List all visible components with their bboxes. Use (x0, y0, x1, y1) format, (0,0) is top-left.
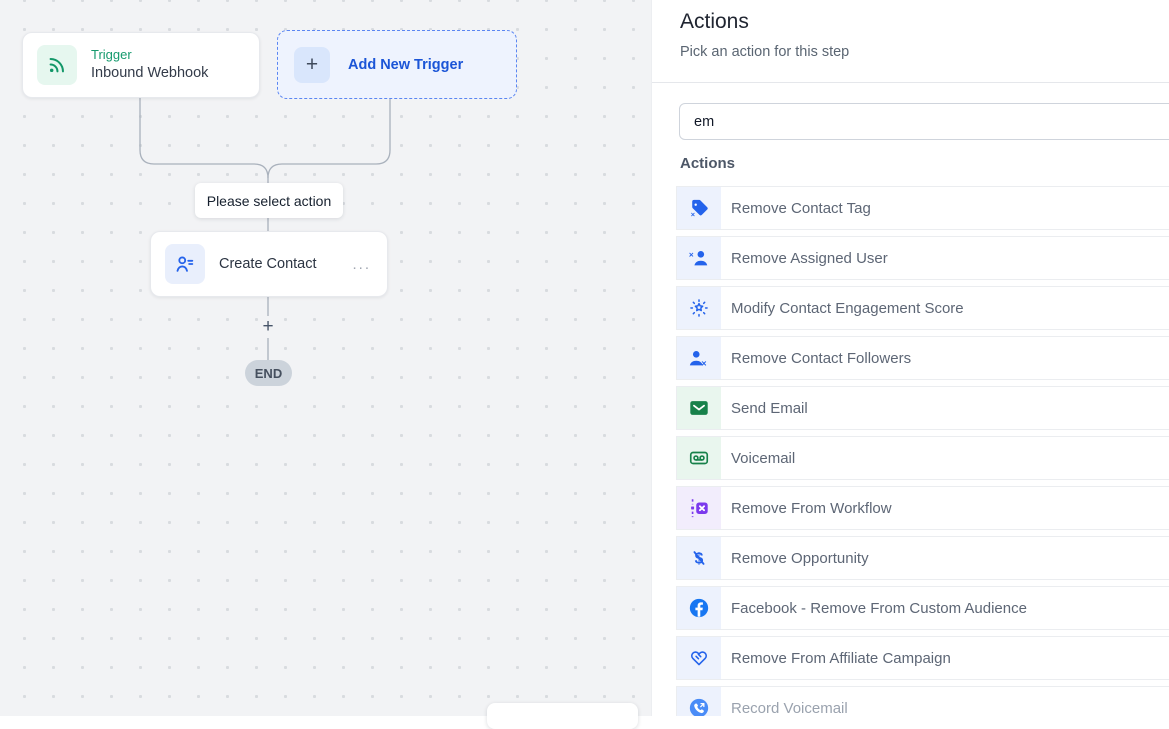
panel-title: Actions (680, 10, 749, 34)
action-list-item[interactable]: × Remove Assigned User (676, 236, 1169, 280)
action-list-item[interactable]: Voicemail (676, 436, 1169, 480)
actions-panel: Actions Pick an action for this step Act… (651, 0, 1169, 716)
action-item-label: Record Voicemail (731, 700, 848, 717)
action-item-label: Modify Contact Engagement Score (731, 300, 964, 317)
node-menu-icon[interactable]: ... (352, 256, 371, 273)
workflow-remove-icon (677, 487, 721, 529)
tag-remove-icon: × (677, 187, 721, 229)
end-badge: END (245, 360, 292, 386)
action-list-item[interactable]: Record Voicemail (676, 686, 1169, 716)
panel-subtitle: Pick an action for this step (680, 44, 849, 60)
trigger-node[interactable]: Trigger Inbound Webhook (22, 32, 260, 98)
action-item-label: Remove Contact Followers (731, 350, 911, 367)
panel-divider (652, 82, 1169, 83)
followers-remove-icon: × (677, 337, 721, 379)
svg-text:×: × (691, 210, 695, 219)
create-contact-label: Create Contact (219, 256, 352, 272)
action-list-item[interactable]: Facebook - Remove From Custom Audience (676, 586, 1169, 630)
action-list-item[interactable]: × Remove Contact Followers (676, 336, 1169, 380)
action-item-label: Remove Opportunity (731, 550, 869, 567)
plus-icon: + (294, 47, 330, 83)
add-new-trigger-button[interactable]: + Add New Trigger (277, 30, 517, 99)
engagement-score-icon (677, 287, 721, 329)
action-item-label: Voicemail (731, 450, 795, 467)
voicemail-icon (677, 437, 721, 479)
action-list: × Remove Contact Tag × Remove Assigned User… (676, 186, 1169, 716)
actions-section-label: Actions (680, 155, 735, 172)
svg-text:×: × (701, 359, 706, 369)
add-step-plus-icon[interactable]: + (259, 318, 277, 336)
action-item-label: Remove From Affiliate Campaign (731, 650, 951, 667)
canvas-bottom-popup[interactable] (487, 703, 638, 729)
action-list-item[interactable]: Remove From Workflow (676, 486, 1169, 530)
action-search-input[interactable] (679, 103, 1169, 140)
opportunity-remove-icon: $ (677, 537, 721, 579)
handshake-icon (677, 637, 721, 679)
create-contact-node[interactable]: Create Contact ... (150, 231, 388, 297)
action-item-label: Remove From Workflow (731, 500, 892, 517)
workflow-canvas[interactable]: Trigger Inbound Webhook + Add New Trigge… (0, 0, 651, 716)
user-remove-icon: × (677, 237, 721, 279)
svg-text:×: × (689, 251, 694, 260)
action-list-item[interactable]: $ Remove Opportunity (676, 536, 1169, 580)
connector-lines (0, 0, 651, 716)
facebook-icon (677, 587, 721, 629)
rss-icon (37, 45, 77, 85)
trigger-node-title: Trigger (91, 46, 208, 64)
trigger-node-subtitle: Inbound Webhook (91, 64, 208, 84)
record-voicemail-icon (677, 687, 721, 716)
user-list-icon (165, 244, 205, 284)
action-item-label: Facebook - Remove From Custom Audience (731, 600, 1027, 617)
action-list-item[interactable]: Remove From Affiliate Campaign (676, 636, 1169, 680)
action-list-item[interactable]: Modify Contact Engagement Score (676, 286, 1169, 330)
action-item-label: Remove Contact Tag (731, 200, 871, 217)
action-list-item[interactable]: Send Email (676, 386, 1169, 430)
add-new-trigger-label: Add New Trigger (348, 57, 463, 73)
action-list-item[interactable]: × Remove Contact Tag (676, 186, 1169, 230)
action-item-label: Send Email (731, 400, 808, 417)
email-icon (677, 387, 721, 429)
action-item-label: Remove Assigned User (731, 250, 888, 267)
please-select-action-label: Please select action (195, 183, 343, 218)
